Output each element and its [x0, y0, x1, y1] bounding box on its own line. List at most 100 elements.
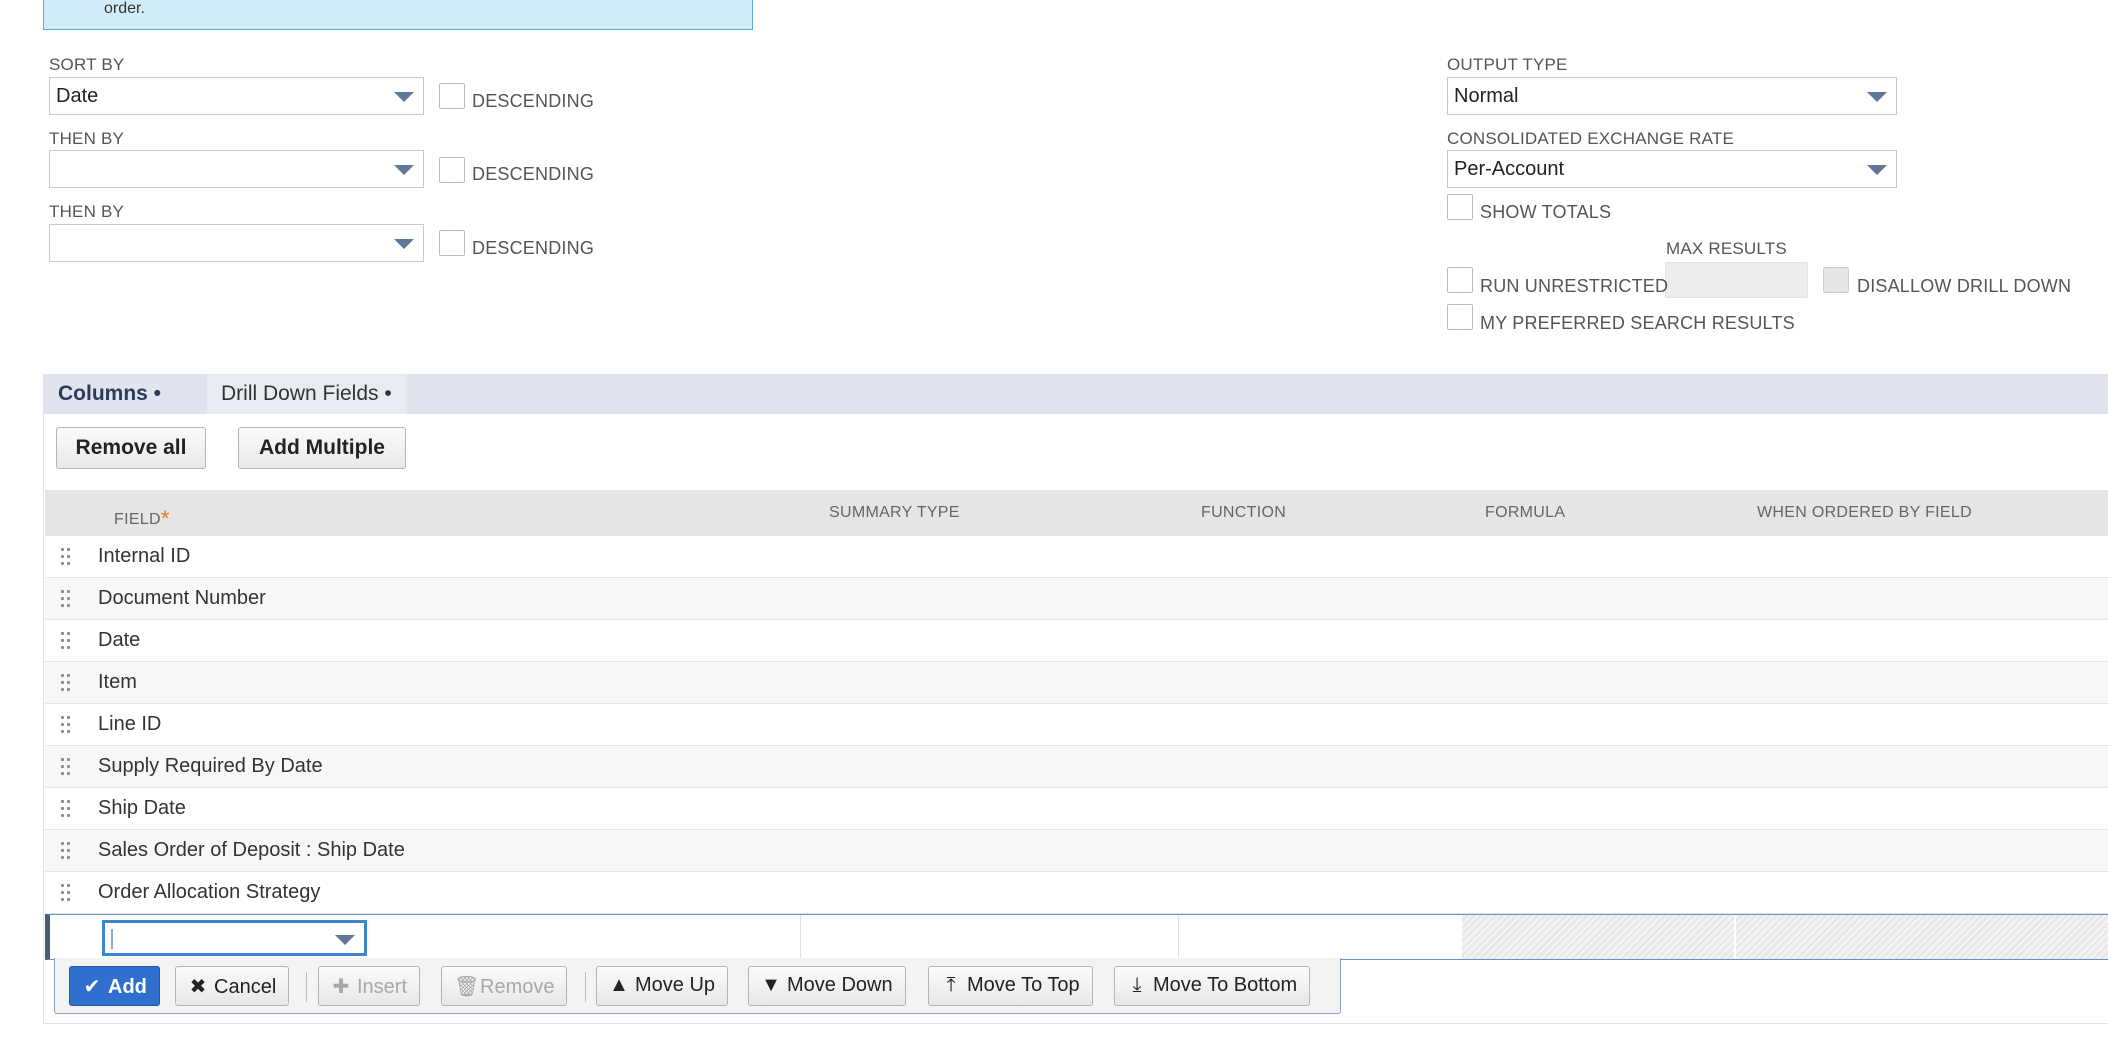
arrow-up-icon: ▲ — [609, 974, 629, 996]
field-cell: Order Allocation Strategy — [98, 881, 321, 903]
then-by-2-descending-checkbox[interactable] — [439, 230, 465, 256]
drag-handle-icon[interactable] — [61, 590, 71, 608]
cell-divider — [800, 915, 801, 959]
drag-handle-icon[interactable] — [61, 800, 71, 818]
exchange-rate-value: Per-Account — [1454, 158, 1565, 180]
move-down-button[interactable]: ▼ Move Down — [748, 966, 906, 1006]
move-to-top-label: Move To Top — [967, 974, 1080, 996]
chevron-down-icon — [1867, 165, 1887, 175]
info-banner: order. — [43, 0, 753, 30]
run-unrestricted-label: RUN UNRESTRICTED — [1480, 276, 1669, 296]
insert-label: Insert — [357, 976, 408, 998]
cancel-button[interactable]: ✖ Cancel — [175, 966, 290, 1006]
drag-handle-icon[interactable] — [61, 548, 71, 566]
text-cursor — [111, 929, 113, 949]
arrow-bottom-icon: ⤓ — [1132, 974, 1142, 996]
field-cell: Internal ID — [98, 545, 191, 567]
output-type-select[interactable]: Normal — [1447, 77, 1897, 115]
field-cell: Supply Required By Date — [98, 755, 323, 777]
move-up-button[interactable]: ▲ Move Up — [596, 966, 729, 1006]
my-preferred-label: MY PREFERRED SEARCH RESULTS — [1480, 313, 1795, 333]
drag-handle-icon[interactable] — [61, 884, 71, 902]
table-row[interactable]: Item — [45, 662, 2108, 704]
field-cell: Line ID — [98, 713, 162, 735]
drag-handle-icon[interactable] — [61, 758, 71, 776]
remove-button[interactable]: 🗑Remove — [441, 966, 568, 1006]
my-preferred-checkbox[interactable] — [1447, 304, 1473, 330]
field-cell: Sales Order of Deposit : Ship Date — [98, 839, 405, 861]
then-by-select-2[interactable] — [49, 224, 424, 262]
remove-all-button[interactable]: Remove all — [56, 427, 206, 469]
table-row[interactable]: Order Allocation Strategy — [45, 872, 2108, 914]
move-down-label: Move Down — [787, 974, 893, 996]
max-results-input[interactable] — [1665, 262, 1808, 298]
run-unrestricted-checkbox[interactable] — [1447, 267, 1473, 293]
insert-button[interactable]: ✚ Insert — [318, 966, 421, 1006]
show-totals-label: SHOW TOTALS — [1480, 202, 1612, 222]
add-label: Add — [108, 976, 147, 998]
exchange-rate-select[interactable]: Per-Account — [1447, 150, 1897, 188]
move-up-label: Move Up — [635, 974, 716, 996]
sort-by-descending-checkbox[interactable] — [439, 83, 465, 109]
field-cell: Date — [98, 629, 141, 651]
descending-label: DESCENDING — [472, 164, 595, 184]
output-type-value: Normal — [1454, 85, 1519, 107]
drag-handle-icon[interactable] — [61, 716, 71, 734]
sort-by-label: SORT BY — [49, 55, 125, 74]
move-to-bottom-button[interactable]: ⤓ Move To Bottom — [1114, 966, 1311, 1006]
toolbar-separator — [585, 972, 586, 1002]
then-by-1-descending-checkbox[interactable] — [439, 157, 465, 183]
table-row[interactable]: Date — [45, 620, 2108, 662]
table-row[interactable]: Document Number — [45, 578, 2108, 620]
field-cell: Document Number — [98, 587, 266, 609]
then-by-label-2: THEN BY — [49, 202, 125, 221]
add-multiple-button[interactable]: Add Multiple — [238, 427, 406, 469]
plus-icon: ✚ — [332, 976, 350, 998]
header-when-ordered: WHEN ORDERED BY FIELD — [1757, 504, 1972, 521]
table-row[interactable]: Ship Date — [45, 788, 2108, 830]
table-row[interactable]: Supply Required By Date — [45, 746, 2108, 788]
move-to-bottom-label: Move To Bottom — [1153, 974, 1298, 996]
drag-handle-icon[interactable] — [61, 632, 71, 650]
field-select-input[interactable] — [102, 920, 367, 956]
line-toolbar: ✔ Add ✖ Cancel ✚ Insert 🗑Remove ▲ Move Up ▼ M… — [54, 958, 1341, 1014]
header-field: FIELD* — [114, 504, 170, 531]
when-ordered-cell-disabled — [1736, 915, 2108, 959]
add-button[interactable]: ✔ Add — [69, 966, 160, 1006]
table-row[interactable]: Internal ID — [45, 536, 2108, 578]
tab-drill-down-fields[interactable]: Drill Down Fields • — [207, 374, 406, 414]
header-field-label: FIELD — [114, 511, 161, 528]
cell-divider — [1178, 915, 1179, 959]
field-cell: Item — [98, 671, 137, 693]
header-function: FUNCTION — [1201, 504, 1287, 521]
descending-label: DESCENDING — [472, 238, 595, 258]
chevron-down-icon — [394, 92, 414, 102]
new-line-row — [45, 914, 2108, 960]
show-totals-checkbox[interactable] — [1447, 194, 1473, 220]
subtab-bar: Columns • Drill Down Fields • — [43, 374, 2108, 414]
max-results-label: MAX RESULTS — [1666, 239, 1787, 258]
tab-columns[interactable]: Columns • — [58, 374, 161, 414]
move-to-top-button[interactable]: ⤒ Move To Top — [928, 966, 1093, 1006]
table-row[interactable]: Sales Order of Deposit : Ship Date — [45, 830, 2108, 872]
drag-handle-icon[interactable] — [61, 674, 71, 692]
table-row[interactable]: Line ID — [45, 704, 2108, 746]
field-cell: Ship Date — [98, 797, 186, 819]
toolbar-separator — [306, 972, 307, 1002]
sort-by-select[interactable]: Date — [49, 77, 424, 115]
close-icon: ✖ — [189, 976, 207, 998]
remove-label: Remove — [480, 976, 555, 998]
chevron-down-icon — [394, 165, 414, 175]
then-by-select-1[interactable] — [49, 150, 424, 188]
arrow-top-icon: ⤒ — [946, 974, 956, 996]
chevron-down-icon — [335, 935, 355, 945]
table-header: FIELD* SUMMARY TYPE FUNCTION FORMULA WHE… — [45, 490, 2108, 536]
chevron-down-icon — [394, 239, 414, 249]
drag-handle-icon[interactable] — [61, 842, 71, 860]
disallow-drill-down-checkbox[interactable] — [1823, 267, 1849, 293]
sort-by-value: Date — [56, 85, 99, 107]
required-mark: * — [160, 506, 170, 531]
banner-text: order. — [104, 0, 145, 17]
descending-label: DESCENDING — [472, 91, 595, 111]
exchange-rate-label: CONSOLIDATED EXCHANGE RATE — [1447, 129, 1735, 148]
